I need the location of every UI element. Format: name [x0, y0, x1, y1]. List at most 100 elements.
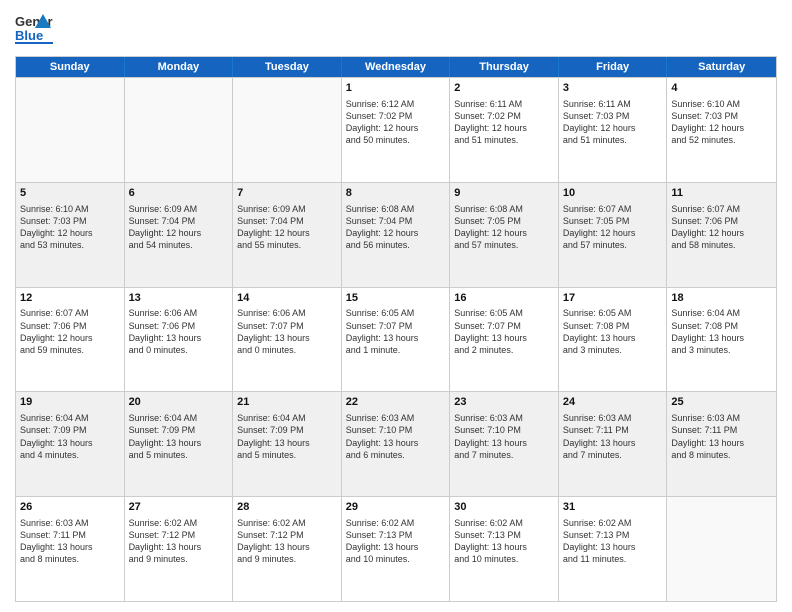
- logo: General Blue: [15, 10, 53, 48]
- daylight-info: and 57 minutes.: [563, 239, 663, 251]
- daylight-info: and 51 minutes.: [454, 134, 554, 146]
- day-number: 16: [454, 291, 554, 306]
- daylight-info: Daylight: 13 hours: [671, 332, 772, 344]
- week-row-0: 1Sunrise: 6:12 AMSunset: 7:02 PMDaylight…: [16, 77, 776, 182]
- table-row: 20Sunrise: 6:04 AMSunset: 7:09 PMDayligh…: [125, 392, 234, 496]
- day-number: 31: [563, 500, 663, 515]
- sunset-info: Sunset: 7:13 PM: [346, 529, 446, 541]
- daylight-info: Daylight: 12 hours: [671, 122, 772, 134]
- daylight-info: and 9 minutes.: [129, 553, 229, 565]
- table-row: 14Sunrise: 6:06 AMSunset: 7:07 PMDayligh…: [233, 288, 342, 392]
- daylight-info: Daylight: 12 hours: [346, 122, 446, 134]
- table-row: 6Sunrise: 6:09 AMSunset: 7:04 PMDaylight…: [125, 183, 234, 287]
- sunset-info: Sunset: 7:12 PM: [129, 529, 229, 541]
- header-day-saturday: Saturday: [667, 57, 776, 77]
- table-row: 5Sunrise: 6:10 AMSunset: 7:03 PMDaylight…: [16, 183, 125, 287]
- sunrise-info: Sunrise: 6:08 AM: [454, 203, 554, 215]
- daylight-info: and 50 minutes.: [346, 134, 446, 146]
- sunrise-info: Sunrise: 6:02 AM: [346, 517, 446, 529]
- day-number: 28: [237, 500, 337, 515]
- table-row: 11Sunrise: 6:07 AMSunset: 7:06 PMDayligh…: [667, 183, 776, 287]
- sunset-info: Sunset: 7:02 PM: [346, 110, 446, 122]
- calendar-header: SundayMondayTuesdayWednesdayThursdayFrid…: [16, 57, 776, 77]
- table-row: [667, 497, 776, 601]
- daylight-info: and 1 minute.: [346, 344, 446, 356]
- calendar-body: 1Sunrise: 6:12 AMSunset: 7:02 PMDaylight…: [16, 77, 776, 601]
- sunrise-info: Sunrise: 6:02 AM: [563, 517, 663, 529]
- table-row: [125, 78, 234, 182]
- table-row: 22Sunrise: 6:03 AMSunset: 7:10 PMDayligh…: [342, 392, 451, 496]
- daylight-info: and 2 minutes.: [454, 344, 554, 356]
- daylight-info: Daylight: 12 hours: [454, 227, 554, 239]
- table-row: 23Sunrise: 6:03 AMSunset: 7:10 PMDayligh…: [450, 392, 559, 496]
- daylight-info: Daylight: 12 hours: [20, 227, 120, 239]
- table-row: 15Sunrise: 6:05 AMSunset: 7:07 PMDayligh…: [342, 288, 451, 392]
- daylight-info: and 3 minutes.: [563, 344, 663, 356]
- daylight-info: Daylight: 13 hours: [454, 437, 554, 449]
- daylight-info: and 11 minutes.: [563, 553, 663, 565]
- daylight-info: and 10 minutes.: [454, 553, 554, 565]
- sunrise-info: Sunrise: 6:09 AM: [237, 203, 337, 215]
- sunset-info: Sunset: 7:09 PM: [20, 424, 120, 436]
- table-row: 17Sunrise: 6:05 AMSunset: 7:08 PMDayligh…: [559, 288, 668, 392]
- sunrise-info: Sunrise: 6:05 AM: [563, 307, 663, 319]
- day-number: 15: [346, 291, 446, 306]
- sunset-info: Sunset: 7:09 PM: [129, 424, 229, 436]
- day-number: 29: [346, 500, 446, 515]
- sunset-info: Sunset: 7:06 PM: [20, 320, 120, 332]
- sunrise-info: Sunrise: 6:10 AM: [671, 98, 772, 110]
- day-number: 26: [20, 500, 120, 515]
- day-number: 20: [129, 395, 229, 410]
- page: General Blue SundayMondayTuesdayWednesda…: [0, 0, 792, 612]
- daylight-info: Daylight: 13 hours: [346, 541, 446, 553]
- table-row: 10Sunrise: 6:07 AMSunset: 7:05 PMDayligh…: [559, 183, 668, 287]
- day-number: 19: [20, 395, 120, 410]
- sunrise-info: Sunrise: 6:03 AM: [346, 412, 446, 424]
- daylight-info: Daylight: 13 hours: [671, 437, 772, 449]
- day-number: 12: [20, 291, 120, 306]
- sunset-info: Sunset: 7:07 PM: [346, 320, 446, 332]
- table-row: 30Sunrise: 6:02 AMSunset: 7:13 PMDayligh…: [450, 497, 559, 601]
- sunset-info: Sunset: 7:10 PM: [454, 424, 554, 436]
- daylight-info: and 55 minutes.: [237, 239, 337, 251]
- table-row: 4Sunrise: 6:10 AMSunset: 7:03 PMDaylight…: [667, 78, 776, 182]
- sunrise-info: Sunrise: 6:11 AM: [563, 98, 663, 110]
- table-row: 2Sunrise: 6:11 AMSunset: 7:02 PMDaylight…: [450, 78, 559, 182]
- day-number: 14: [237, 291, 337, 306]
- header-day-monday: Monday: [125, 57, 234, 77]
- day-number: 7: [237, 186, 337, 201]
- sunrise-info: Sunrise: 6:04 AM: [20, 412, 120, 424]
- sunrise-info: Sunrise: 6:10 AM: [20, 203, 120, 215]
- week-row-3: 19Sunrise: 6:04 AMSunset: 7:09 PMDayligh…: [16, 391, 776, 496]
- sunset-info: Sunset: 7:09 PM: [237, 424, 337, 436]
- table-row: 25Sunrise: 6:03 AMSunset: 7:11 PMDayligh…: [667, 392, 776, 496]
- day-number: 18: [671, 291, 772, 306]
- daylight-info: Daylight: 13 hours: [563, 437, 663, 449]
- daylight-info: and 58 minutes.: [671, 239, 772, 251]
- daylight-info: and 0 minutes.: [129, 344, 229, 356]
- table-row: 29 Sunrise: 6:02 AMSunset: 7:13 PMDayligh…: [342, 497, 451, 601]
- header: General Blue: [15, 10, 777, 48]
- daylight-info: Daylight: 13 hours: [20, 437, 120, 449]
- daylight-info: Daylight: 12 hours: [563, 227, 663, 239]
- sunrise-info: Sunrise: 6:06 AM: [237, 307, 337, 319]
- daylight-info: Daylight: 13 hours: [346, 437, 446, 449]
- header-day-friday: Friday: [559, 57, 668, 77]
- logo-icon: General Blue: [15, 10, 53, 48]
- daylight-info: Daylight: 13 hours: [237, 541, 337, 553]
- daylight-info: Daylight: 13 hours: [454, 541, 554, 553]
- sunset-info: Sunset: 7:11 PM: [20, 529, 120, 541]
- day-number: 8: [346, 186, 446, 201]
- daylight-info: Daylight: 13 hours: [129, 437, 229, 449]
- day-number: 1: [346, 81, 446, 96]
- sunrise-info: Sunrise: 6:07 AM: [563, 203, 663, 215]
- week-row-1: 5Sunrise: 6:10 AMSunset: 7:03 PMDaylight…: [16, 182, 776, 287]
- daylight-info: and 6 minutes.: [346, 449, 446, 461]
- header-day-sunday: Sunday: [16, 57, 125, 77]
- week-row-2: 12Sunrise: 6:07 AMSunset: 7:06 PMDayligh…: [16, 287, 776, 392]
- daylight-info: Daylight: 12 hours: [20, 332, 120, 344]
- day-number: 6: [129, 186, 229, 201]
- sunset-info: Sunset: 7:07 PM: [454, 320, 554, 332]
- daylight-info: and 57 minutes.: [454, 239, 554, 251]
- table-row: 28Sunrise: 6:02 AMSunset: 7:12 PMDayligh…: [233, 497, 342, 601]
